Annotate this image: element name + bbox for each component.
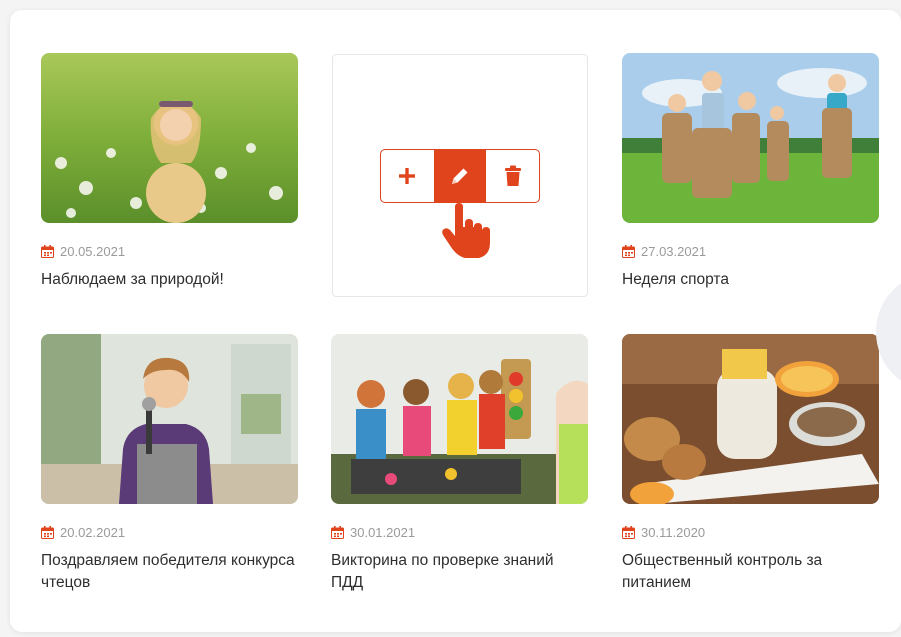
news-card[interactable]: 20.05.2021 Наблюдаем за природой!: [41, 53, 298, 291]
date-row: 20.05.2021: [41, 243, 298, 259]
pencil-icon: [452, 168, 468, 184]
date-row: 30.11.2020: [622, 524, 879, 540]
plus-icon: [399, 168, 416, 184]
news-card[interactable]: 27.03.2021 Неделя спорта: [622, 53, 879, 291]
delete-button[interactable]: [486, 150, 539, 202]
news-image[interactable]: [622, 53, 879, 223]
edit-button[interactable]: [433, 150, 487, 202]
trash-icon: [504, 165, 521, 186]
calendar-icon: [41, 244, 54, 258]
news-image[interactable]: [331, 334, 588, 504]
date-row: 30.01.2021: [331, 524, 588, 540]
add-button[interactable]: [381, 150, 434, 202]
date-row: 20.02.2021: [41, 524, 298, 540]
news-image[interactable]: [622, 334, 879, 504]
news-date: 20.05.2021: [60, 243, 126, 259]
empty-news-card[interactable]: [332, 54, 588, 297]
news-date: 30.11.2020: [641, 524, 706, 540]
news-card[interactable]: 20.02.2021 Поздравляем победителя конкур…: [41, 334, 298, 594]
news-card[interactable]: 30.11.2020 Общественный контроль за пита…: [622, 334, 879, 594]
news-card[interactable]: 30.01.2021 Викторина по проверке знаний …: [331, 334, 588, 594]
news-image[interactable]: [41, 334, 298, 504]
news-date: 30.01.2021: [350, 524, 416, 540]
news-title[interactable]: Общественный контроль за питанием: [622, 550, 879, 594]
news-image[interactable]: [41, 53, 298, 223]
date-row: 27.03.2021: [622, 243, 879, 259]
calendar-icon: [622, 525, 635, 539]
news-date: 27.03.2021: [641, 243, 707, 259]
news-title[interactable]: Викторина по проверке знаний ПДД: [331, 550, 588, 594]
news-title[interactable]: Неделя спорта: [622, 269, 879, 291]
calendar-icon: [41, 525, 54, 539]
hand-cursor-icon: [442, 203, 490, 258]
calendar-icon: [331, 525, 344, 539]
card-action-toolbar: [380, 149, 540, 203]
news-title[interactable]: Поздравляем победителя конкурса чтецов: [41, 550, 298, 594]
calendar-icon: [622, 244, 635, 258]
news-title[interactable]: Наблюдаем за природой!: [41, 269, 298, 291]
news-date: 20.02.2021: [60, 524, 126, 540]
